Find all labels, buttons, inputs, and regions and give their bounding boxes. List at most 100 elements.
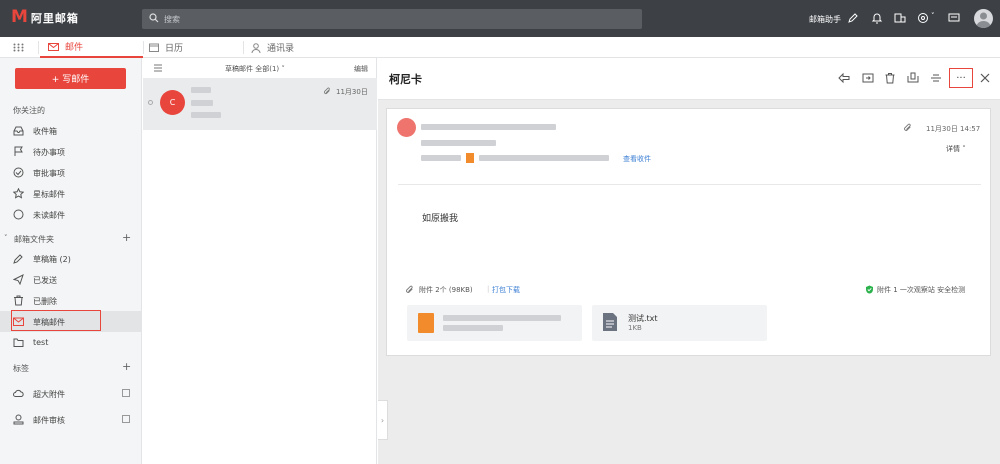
folders-collapse-icon[interactable]: ˅ [4, 234, 8, 242]
sidebar-item-todo[interactable]: 待办事项 [0, 141, 141, 162]
sidebar-item-label: 邮件审核 [33, 416, 65, 425]
mail-icon [48, 42, 59, 51]
attachment-size: 1KB [628, 324, 642, 332]
reply-icon[interactable] [838, 72, 850, 84]
search-placeholder: 搜索 [164, 15, 180, 24]
redacted-file-size [443, 325, 503, 331]
section-focus-title: 你关注的 [13, 106, 45, 115]
unread-icon [13, 209, 24, 220]
redacted-sender [191, 87, 211, 93]
inbox-icon [13, 126, 24, 136]
mail-body-text: 如原搬我 [422, 214, 459, 224]
attachments-summary: 附件 2个 (98KB) [419, 286, 473, 294]
bell-icon[interactable] [871, 12, 883, 24]
details-toggle[interactable]: 详情 ˅ [946, 144, 966, 154]
sidebar-item-mail-review[interactable]: 邮件审核 [0, 409, 141, 430]
redacted-cc-2 [479, 155, 609, 161]
sidebar-item-starred[interactable]: 星标邮件 [0, 183, 141, 204]
header-divider [398, 184, 981, 185]
attachment-card[interactable] [407, 305, 582, 341]
add-folder-button[interactable]: + [122, 231, 131, 244]
move-icon[interactable] [907, 72, 919, 84]
sidebar-item-label: 待办事项 [33, 148, 65, 157]
sidebar-item-label: 已发送 [33, 276, 57, 285]
attachment-card[interactable]: 测试.txt 1KB [592, 305, 767, 341]
redacted-preview [191, 112, 221, 118]
attachment-icon [904, 123, 911, 131]
mail-list: 草稿邮件 全部(1) ˅ 编辑 C 11月30日 [143, 58, 377, 464]
redacted-file-name [443, 315, 561, 321]
sidebar-item-test[interactable]: test [0, 332, 141, 353]
sidebar-item-label: 收件箱 [33, 127, 57, 136]
attachment-name: 测试.txt [628, 314, 658, 323]
unread-dot [148, 100, 153, 105]
tab-mail-label: 邮件 [65, 43, 84, 53]
mail-timestamp: 11月30日 14:57 [926, 125, 981, 133]
section-tags-title: 标签 [13, 364, 29, 373]
close-icon[interactable] [979, 72, 991, 84]
separator: | [487, 285, 490, 293]
settings-icon[interactable] [917, 12, 929, 24]
sidebar-item-sent[interactable]: 已发送 [0, 269, 141, 290]
star-icon [13, 188, 24, 199]
search-input[interactable]: 搜索 [142, 9, 642, 29]
shield-check-icon [866, 285, 873, 294]
view-receipt-link[interactable]: 查看收件 [623, 154, 651, 164]
sidebar-item-label: 审批事项 [33, 169, 65, 178]
write-mail-button[interactable]: + 写邮件 [15, 68, 126, 89]
message-icon[interactable] [948, 12, 960, 24]
sidebar-item-label: 未读邮件 [33, 211, 65, 220]
more-options-button[interactable]: ··· [949, 68, 973, 88]
trash-icon [14, 295, 23, 306]
redacted-recipient-line [421, 140, 496, 146]
tab-contacts-label: 通讯录 [267, 44, 295, 54]
sidebar-item-unread[interactable]: 未读邮件 [0, 204, 141, 225]
contacts-icon [251, 42, 261, 53]
reader-pane: 柯尼卡 ··· 查看收件 11月30日 14:57 详情 ˅ 如原搬我 附件 2… [378, 58, 1000, 464]
delete-icon[interactable] [884, 72, 896, 84]
add-tag-button[interactable]: + [122, 360, 131, 373]
sender-avatar: C [160, 90, 185, 115]
sidebar-item-label: 草稿箱 (2) [33, 255, 71, 264]
sidebar-item-approval[interactable]: 审批事项 [0, 162, 141, 183]
apps-grid-icon[interactable] [13, 43, 24, 52]
user-avatar[interactable] [974, 9, 993, 28]
edit-list-button[interactable]: 编辑 [354, 64, 368, 74]
tab-calendar-label: 日历 [165, 44, 184, 54]
split-icon[interactable] [930, 72, 942, 84]
redacted-sender-address [421, 124, 556, 130]
app-logo[interactable]: M 阿里邮箱 [11, 9, 79, 26]
sent-icon [13, 274, 24, 285]
sidebar-item-inbox[interactable]: 收件箱 [0, 120, 141, 141]
tab-contacts[interactable]: 通讯录 [248, 37, 348, 58]
logo-text: 阿里邮箱 [30, 11, 79, 25]
tab-calendar[interactable]: 日历 [146, 37, 243, 58]
draft-icon [13, 254, 23, 264]
external-link-icon [122, 389, 130, 397]
sender-avatar [397, 118, 416, 137]
sidebar-item-drafts[interactable]: 草稿箱 (2) [0, 248, 141, 269]
sidebar: + 写邮件 你关注的 收件箱 待办事项 审批事项 星标邮件 未读邮件 ˅ 邮箱文… [0, 58, 142, 464]
flag-icon [14, 146, 23, 156]
helper-link[interactable]: 邮箱助手 [809, 14, 841, 25]
pen-icon[interactable] [847, 12, 859, 24]
folder-icon [13, 338, 24, 347]
list-item[interactable]: C 11月30日 [143, 78, 377, 130]
section-folders-title: 邮箱文件夹 [14, 235, 54, 244]
tab-mail[interactable]: 邮件 [40, 37, 143, 58]
forward-icon[interactable] [862, 72, 874, 84]
settings-caret-icon[interactable]: ˅ [931, 12, 935, 20]
download-all-link[interactable]: 打包下载 [492, 285, 520, 295]
device-icon[interactable] [894, 12, 906, 24]
collapse-list-button[interactable]: › [378, 400, 388, 440]
sidebar-item-deleted[interactable]: 已删除 [0, 290, 141, 311]
sidebar-item-large-attachments[interactable]: 超大附件 [0, 383, 141, 404]
redacted-cc [421, 155, 461, 161]
file-icon [418, 313, 434, 333]
top-bar: M 阿里邮箱 搜索 邮箱助手 ˅ [0, 0, 1000, 37]
redacted-subject [191, 100, 213, 106]
mail-date: 11月30日 [336, 88, 368, 96]
mail-card: 查看收件 11月30日 14:57 详情 ˅ 如原搬我 附件 2个 (98KB)… [386, 108, 991, 356]
select-all-icon[interactable] [154, 64, 162, 72]
folder-filter-dropdown[interactable]: 草稿邮件 全部(1) ˅ [225, 64, 285, 74]
